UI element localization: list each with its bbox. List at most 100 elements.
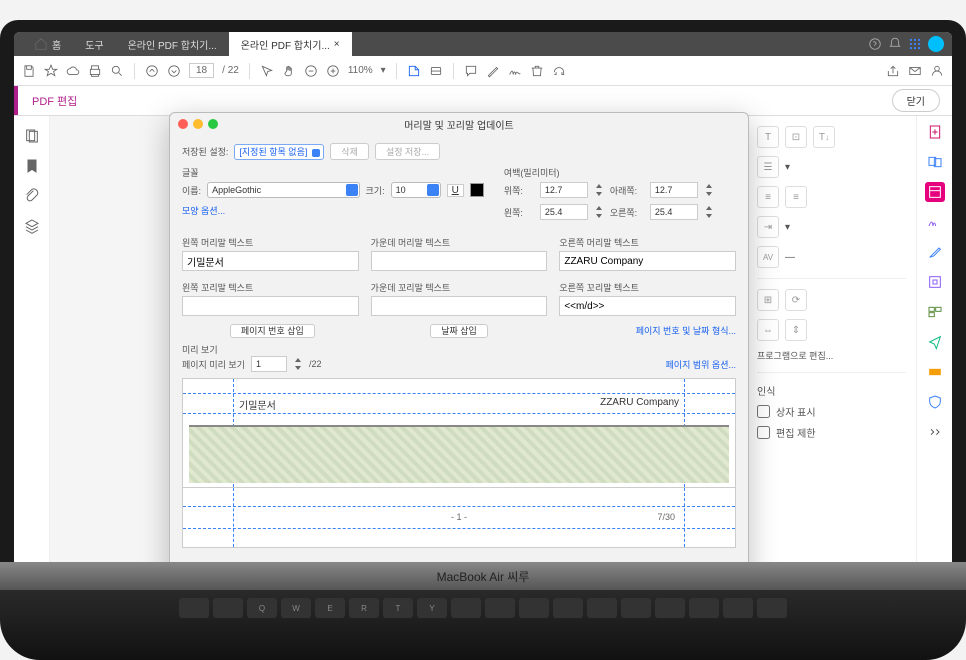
- underline-icon[interactable]: U: [447, 184, 464, 197]
- rail-export-icon[interactable]: [925, 272, 945, 292]
- text-subscript-icon[interactable]: T↓: [813, 126, 835, 148]
- rail-sign-icon[interactable]: [925, 212, 945, 232]
- zoom-in-icon[interactable]: [326, 64, 340, 78]
- footer-left-input[interactable]: [182, 296, 359, 316]
- page-current[interactable]: 18: [189, 63, 214, 78]
- dropdown-icon[interactable]: ▾: [785, 162, 790, 173]
- stepper-icon[interactable]: [704, 204, 714, 220]
- comment-icon[interactable]: [464, 64, 478, 78]
- footer-center-input[interactable]: [371, 296, 548, 316]
- zoom-out-icon[interactable]: [304, 64, 318, 78]
- doc-tab-1[interactable]: 온라인 PDF 합치기...: [116, 32, 229, 56]
- recognition-label: 인식: [757, 383, 906, 398]
- preview-page-input[interactable]: 1: [251, 356, 287, 372]
- stepper-icon[interactable]: [594, 182, 604, 198]
- bell-icon[interactable]: [888, 37, 902, 51]
- saved-settings-label: 저장된 설정:: [182, 145, 228, 158]
- thumbnails-icon[interactable]: [24, 128, 40, 144]
- layers-icon[interactable]: [24, 218, 40, 234]
- save-settings-button[interactable]: 설정 저장...: [375, 143, 440, 160]
- insert-date-button[interactable]: 날짜 삽입: [430, 324, 488, 338]
- user-avatar[interactable]: [928, 36, 944, 52]
- font-size-select[interactable]: 10: [391, 182, 441, 198]
- image-tool-icon[interactable]: ⊡: [785, 126, 807, 148]
- page-total: / 22: [222, 65, 239, 76]
- crop-icon[interactable]: ⊞: [757, 289, 779, 311]
- save-icon[interactable]: [22, 64, 36, 78]
- tools-tab[interactable]: 도구: [73, 32, 115, 56]
- header-center-input[interactable]: [371, 251, 548, 271]
- mail-icon[interactable]: [908, 64, 922, 78]
- header-right-input[interactable]: [559, 251, 736, 271]
- flip-h-icon[interactable]: ⇔: [757, 319, 779, 341]
- indent-icon[interactable]: ⇥: [757, 216, 779, 238]
- rail-more-icon[interactable]: [925, 422, 945, 442]
- form-tool-icon[interactable]: [429, 64, 443, 78]
- show-boxes-checkbox[interactable]: [757, 405, 770, 418]
- trash-icon[interactable]: [530, 64, 544, 78]
- hand-icon[interactable]: [282, 64, 296, 78]
- close-edit-button[interactable]: 닫기: [892, 89, 940, 112]
- margin-top-input[interactable]: 12.7: [540, 182, 588, 198]
- align-left-icon[interactable]: ≡: [757, 186, 779, 208]
- zoom-dropdown-icon[interactable]: ▾: [381, 65, 386, 76]
- attachment-icon[interactable]: [24, 188, 40, 204]
- app-tabbar: 홈 도구 온라인 PDF 합치기... 온라인 PDF 합치기... ×: [14, 32, 952, 56]
- appearance-options-link[interactable]: 모양 옵션...: [182, 204, 484, 217]
- doc-tab-2[interactable]: 온라인 PDF 합치기... ×: [229, 32, 352, 56]
- insert-page-number-button[interactable]: 페이지 번호 삽입: [230, 324, 315, 338]
- help-icon[interactable]: [868, 37, 882, 51]
- restrict-edit-checkbox[interactable]: [757, 426, 770, 439]
- page-down-icon[interactable]: [167, 64, 181, 78]
- home-tab[interactable]: 홈: [22, 32, 73, 56]
- rail-combine-icon[interactable]: [925, 152, 945, 172]
- star-icon[interactable]: [44, 64, 58, 78]
- footer-right-input[interactable]: [559, 296, 736, 316]
- rail-send-icon[interactable]: [925, 332, 945, 352]
- rail-organize-icon[interactable]: [925, 302, 945, 322]
- highlight-icon[interactable]: [486, 64, 500, 78]
- page-date-format-link[interactable]: 페이지 번호 및 날짜 형식...: [636, 326, 736, 336]
- spacing-icon[interactable]: AV: [757, 246, 779, 268]
- font-name-select[interactable]: AppleGothic: [207, 182, 359, 198]
- stepper-icon[interactable]: [704, 182, 714, 198]
- dropdown-icon-2[interactable]: ▾: [785, 222, 790, 233]
- stepper-icon[interactable]: [594, 204, 604, 220]
- rail-edit-icon[interactable]: [925, 182, 945, 202]
- search-icon[interactable]: [110, 64, 124, 78]
- share-icon[interactable]: [886, 64, 900, 78]
- align-center-icon[interactable]: ≡: [785, 186, 807, 208]
- margin-bottom-input[interactable]: 12.7: [650, 182, 698, 198]
- rotate-icon[interactable]: ⟳: [785, 289, 807, 311]
- pointer-icon[interactable]: [260, 64, 274, 78]
- stepper-icon[interactable]: [293, 356, 303, 372]
- delete-settings-button[interactable]: 삭제: [330, 143, 369, 160]
- text-tool-icon[interactable]: T: [757, 126, 779, 148]
- rail-redact-icon[interactable]: [925, 362, 945, 382]
- rail-protect-icon[interactable]: [925, 392, 945, 412]
- zoom-level[interactable]: 110%: [348, 65, 373, 76]
- edit-tool-icon[interactable]: [407, 64, 421, 78]
- apps-icon[interactable]: [908, 37, 922, 51]
- color-swatch[interactable]: [470, 183, 484, 197]
- account-icon[interactable]: [930, 64, 944, 78]
- cloud-icon[interactable]: [66, 64, 80, 78]
- flip-v-icon[interactable]: ⇕: [785, 319, 807, 341]
- print-icon[interactable]: [88, 64, 102, 78]
- margin-right-input[interactable]: 25.4: [650, 204, 698, 220]
- page-up-icon[interactable]: [145, 64, 159, 78]
- rail-comment-icon[interactable]: [925, 242, 945, 262]
- home-icon: [34, 37, 48, 51]
- headphones-icon[interactable]: [552, 64, 566, 78]
- margin-left-input[interactable]: 25.4: [540, 204, 588, 220]
- page-range-options-link[interactable]: 페이지 범위 옵션...: [666, 358, 736, 371]
- sign-icon[interactable]: [508, 64, 522, 78]
- right-panel: T ⊡ T↓ ☰ ▾ ≡ ≡ ⇥ ▾: [746, 116, 916, 562]
- header-left-input[interactable]: [182, 251, 359, 271]
- saved-settings-select[interactable]: [지정된 항목 없음]: [234, 144, 324, 160]
- bookmark-icon[interactable]: [24, 158, 40, 174]
- main-toolbar: 18 / 22 110% ▾: [14, 56, 952, 86]
- list-tool-icon[interactable]: ☰: [757, 156, 779, 178]
- close-tab-icon[interactable]: ×: [334, 39, 340, 50]
- rail-create-icon[interactable]: [925, 122, 945, 142]
